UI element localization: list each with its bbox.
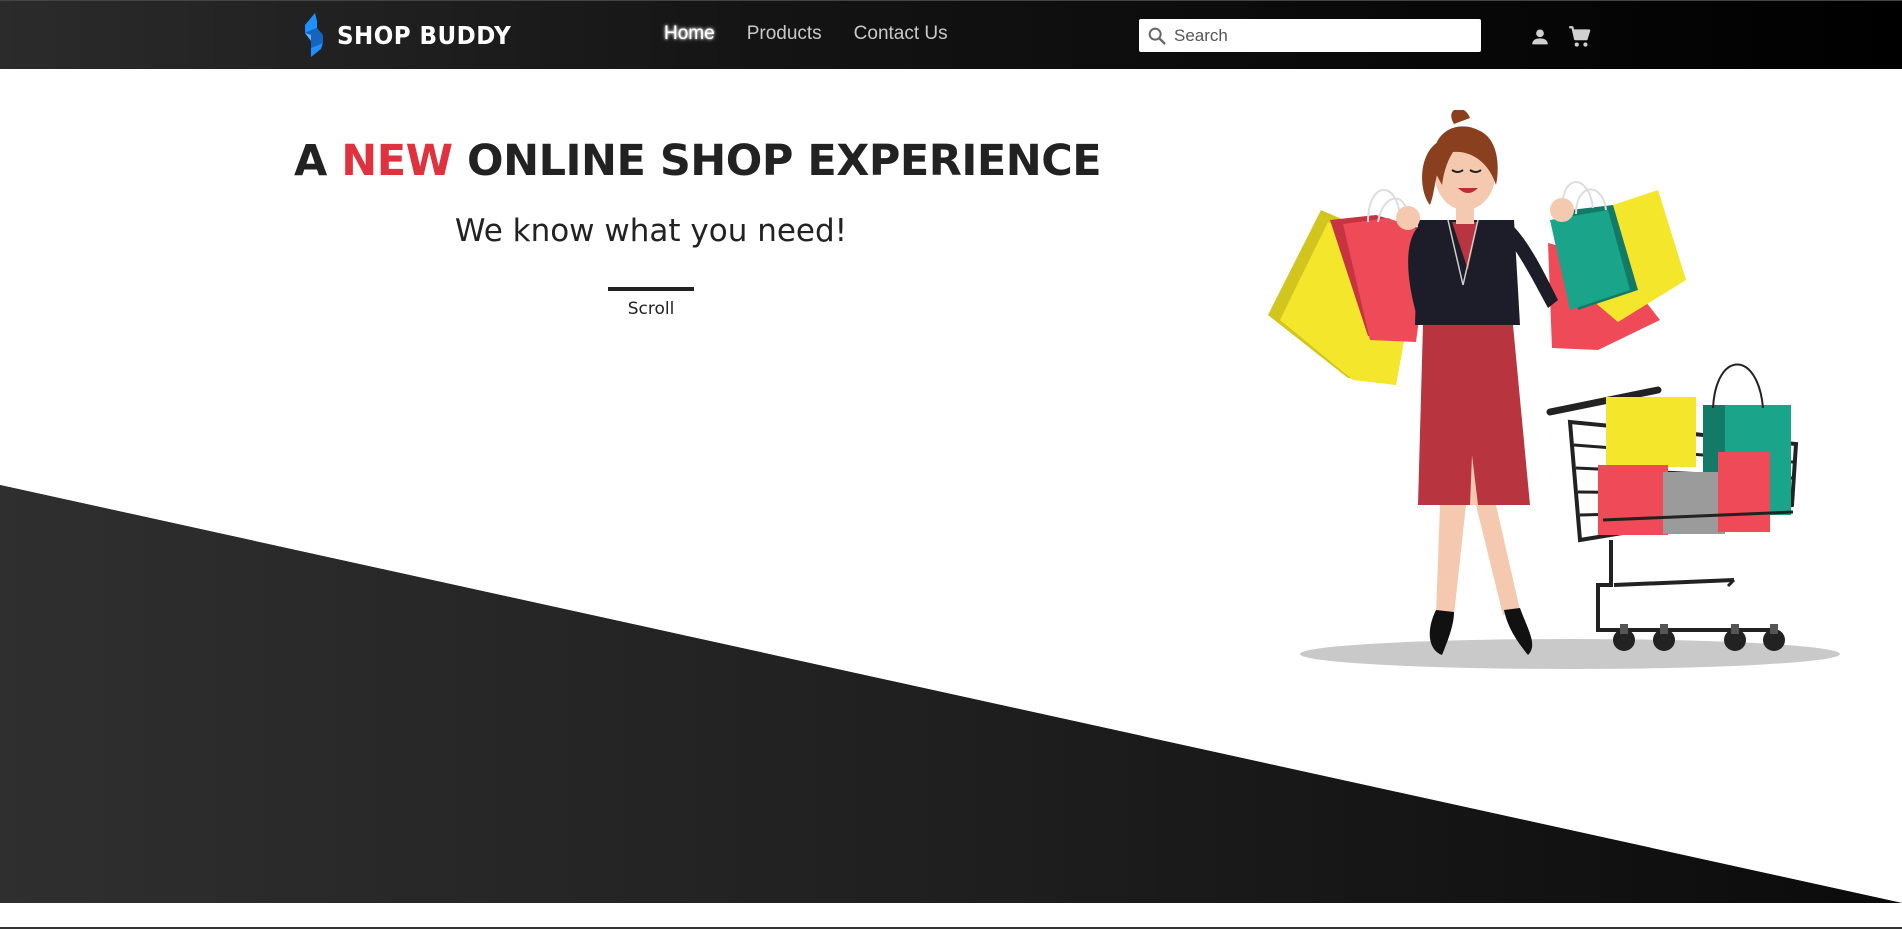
hero-title-prefix: A [294, 136, 327, 186]
hero-title-suffix: ONLINE SHOP EXPERIENCE [467, 136, 1102, 186]
shopper-illustration [1268, 110, 1840, 669]
hero-title-accent: NEW [341, 136, 453, 186]
shopping-cart-illustration [1546, 363, 1799, 651]
scroll-divider [608, 287, 694, 291]
hero-title: A NEW ONLINE SHOP EXPERIENCE [294, 136, 1102, 186]
scroll-button[interactable]: Scroll [594, 299, 708, 319]
hero-subtitle: We know what you need! [454, 213, 848, 249]
woman-illustration [1396, 110, 1574, 655]
